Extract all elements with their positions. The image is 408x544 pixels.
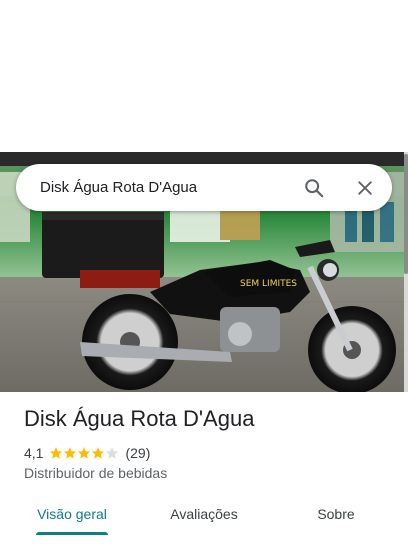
blank-area — [0, 0, 408, 152]
rating-value: 4,1 — [24, 445, 44, 461]
star-icon — [64, 447, 77, 459]
search-box[interactable]: Disk Água Rota D'Agua — [16, 164, 392, 211]
place-category[interactable]: Distribuidor de bebidas — [24, 465, 167, 481]
search-input[interactable]: Disk Água Rota D'Agua — [40, 164, 197, 211]
place-title: Disk Água Rota D'Agua — [24, 406, 255, 431]
star-icon — [78, 447, 91, 459]
tab-overview[interactable]: Visão geral — [24, 494, 120, 534]
search-icon — [305, 179, 324, 198]
tab-bar: Visão geral Avaliações Sobre — [0, 494, 408, 544]
search-button[interactable] — [298, 172, 330, 204]
active-tab-indicator — [36, 532, 108, 535]
scrollbar-thumb[interactable] — [404, 154, 408, 274]
rating-stars — [49, 446, 119, 460]
star-icon — [50, 447, 63, 459]
rating-row[interactable]: 4,1 (29) — [24, 444, 150, 462]
star-icon — [92, 447, 105, 459]
tab-about[interactable]: Sobre — [296, 494, 376, 534]
star-empty-icon — [106, 447, 119, 459]
svg-text:SEM LIMITES: SEM LIMITES — [240, 279, 297, 289]
close-icon — [358, 181, 372, 195]
close-button[interactable] — [349, 172, 381, 204]
tab-reviews[interactable]: Avaliações — [152, 494, 256, 534]
review-count[interactable]: (29) — [125, 445, 150, 461]
